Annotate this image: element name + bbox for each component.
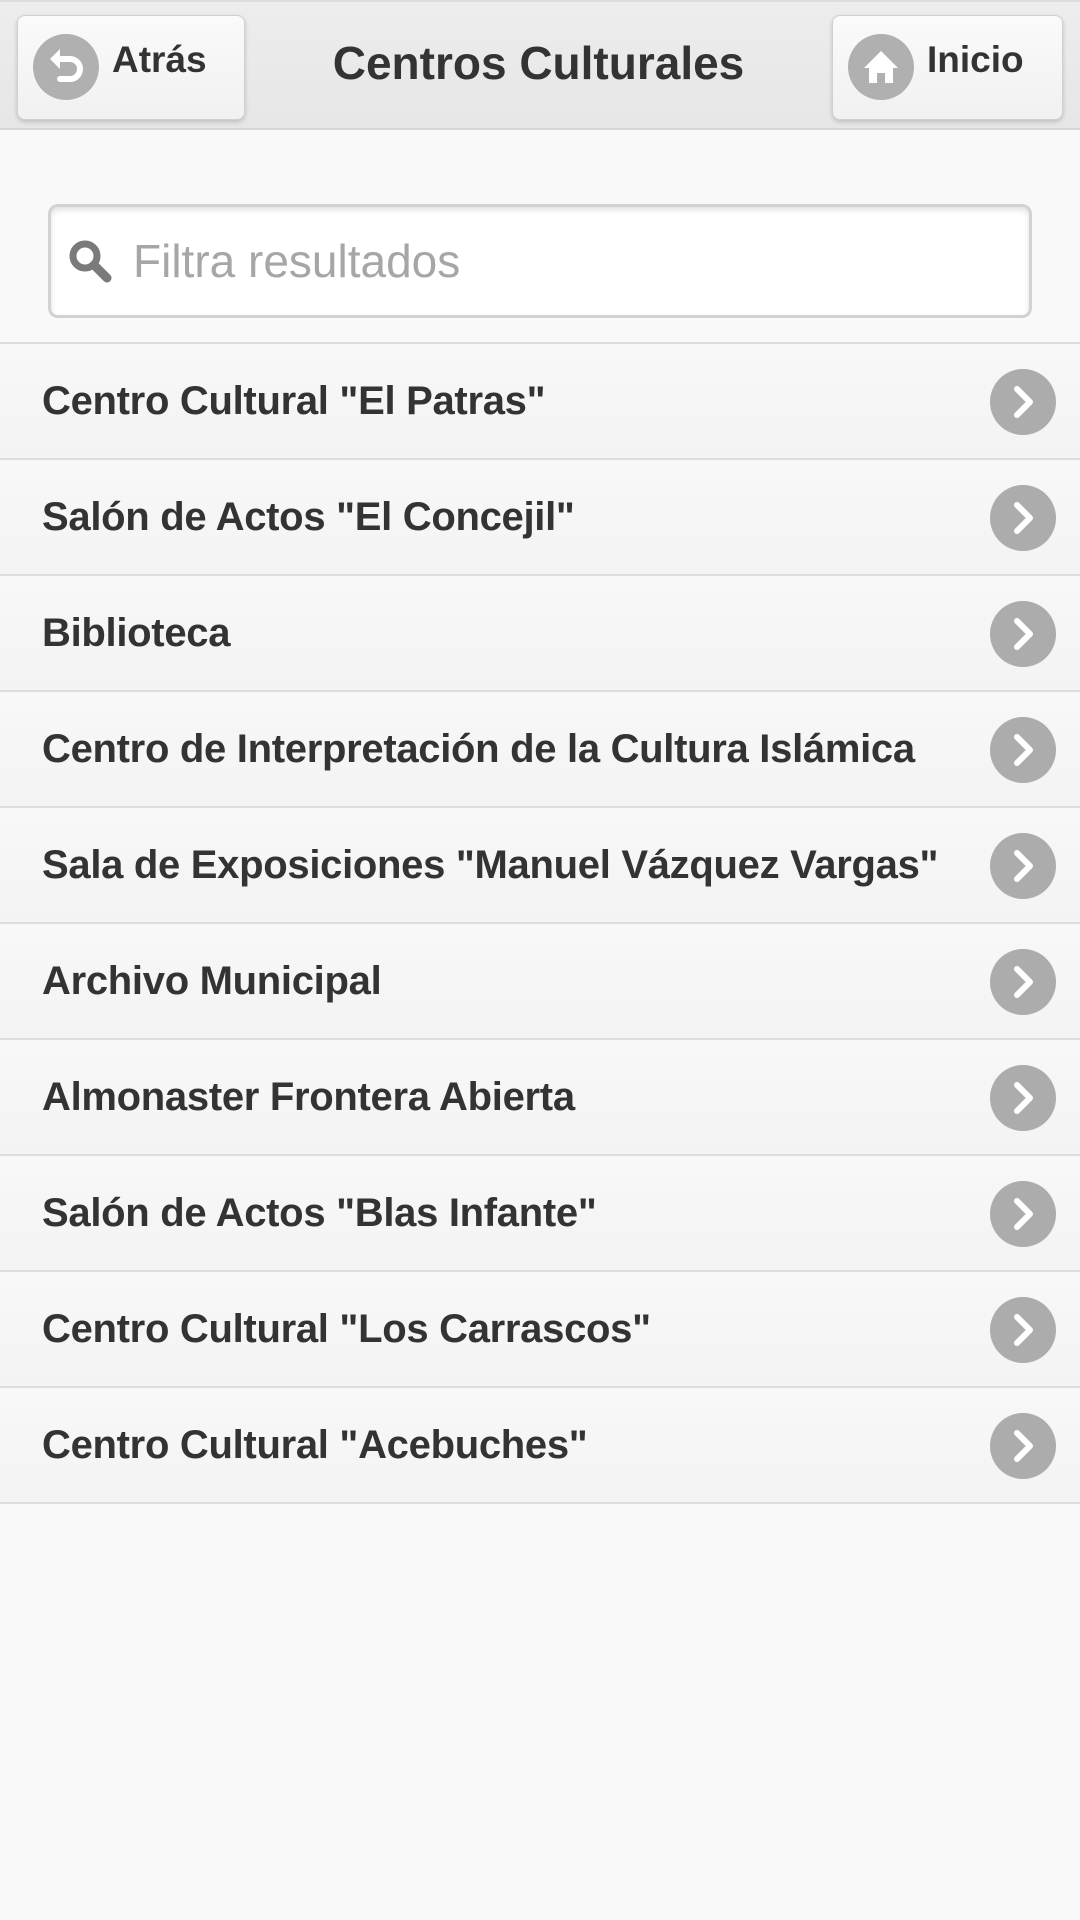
list-item-label: Archivo Municipal: [42, 959, 382, 1003]
list-item-label: Centro de Interpretación de la Cultura I…: [42, 727, 915, 771]
list-item-label: Centro Cultural "El Patras": [42, 379, 546, 423]
list-item-centro-cultural-el-patras[interactable]: Centro Cultural "El Patras": [0, 344, 1080, 460]
list-item-label: Sala de Exposiciones "Manuel Vázquez Var…: [42, 843, 939, 887]
chevron-right-icon: [990, 601, 1056, 667]
header-bar: Atrás Centros Culturales Inicio: [0, 0, 1080, 130]
list-item-centro-cultural-acebuches[interactable]: Centro Cultural "Acebuches": [0, 1388, 1080, 1504]
chevron-right-icon: [990, 1297, 1056, 1363]
list-item-label: Almonaster Frontera Abierta: [42, 1075, 575, 1119]
back-button[interactable]: Atrás: [17, 15, 245, 120]
list-item-label: Salón de Actos "Blas Infante": [42, 1191, 597, 1235]
search-field[interactable]: [48, 204, 1032, 318]
home-button[interactable]: Inicio: [832, 15, 1063, 120]
back-arrow-icon: [33, 34, 99, 100]
chevron-right-icon: [990, 369, 1056, 435]
search-input[interactable]: [133, 217, 1013, 305]
search-icon: [66, 237, 114, 285]
list-item-label: Centro Cultural "Acebuches": [42, 1423, 588, 1467]
chevron-right-icon: [990, 485, 1056, 551]
page-title: Centros Culturales: [332, 37, 745, 89]
results-list: Centro Cultural "El Patras" Salón de Act…: [0, 342, 1080, 1504]
home-button-label: Inicio: [927, 39, 1024, 80]
home-icon: [848, 34, 914, 100]
chevron-right-icon: [990, 1181, 1056, 1247]
list-item-salon-de-actos-el-concejil[interactable]: Salón de Actos "El Concejil": [0, 460, 1080, 576]
chevron-right-icon: [990, 949, 1056, 1015]
list-item-label: Biblioteca: [42, 611, 231, 655]
list-item-almonaster-frontera-abierta[interactable]: Almonaster Frontera Abierta: [0, 1040, 1080, 1156]
list-item-label: Centro Cultural "Los Carrascos": [42, 1307, 651, 1351]
back-button-label: Atrás: [112, 39, 207, 80]
chevron-right-icon: [990, 1065, 1056, 1131]
list-item-label: Salón de Actos "El Concejil": [42, 495, 575, 539]
chevron-right-icon: [990, 833, 1056, 899]
list-item-centro-cultural-los-carrascos[interactable]: Centro Cultural "Los Carrascos": [0, 1272, 1080, 1388]
list-item-biblioteca[interactable]: Biblioteca: [0, 576, 1080, 692]
chevron-right-icon: [990, 1413, 1056, 1479]
list-item-centro-interpretacion-cultura-islamica[interactable]: Centro de Interpretación de la Cultura I…: [0, 692, 1080, 808]
list-item-sala-exposiciones-manuel-vazquez-vargas[interactable]: Sala de Exposiciones "Manuel Vázquez Var…: [0, 808, 1080, 924]
list-item-archivo-municipal[interactable]: Archivo Municipal: [0, 924, 1080, 1040]
list-item-salon-de-actos-blas-infante[interactable]: Salón de Actos "Blas Infante": [0, 1156, 1080, 1272]
chevron-right-icon: [990, 717, 1056, 783]
